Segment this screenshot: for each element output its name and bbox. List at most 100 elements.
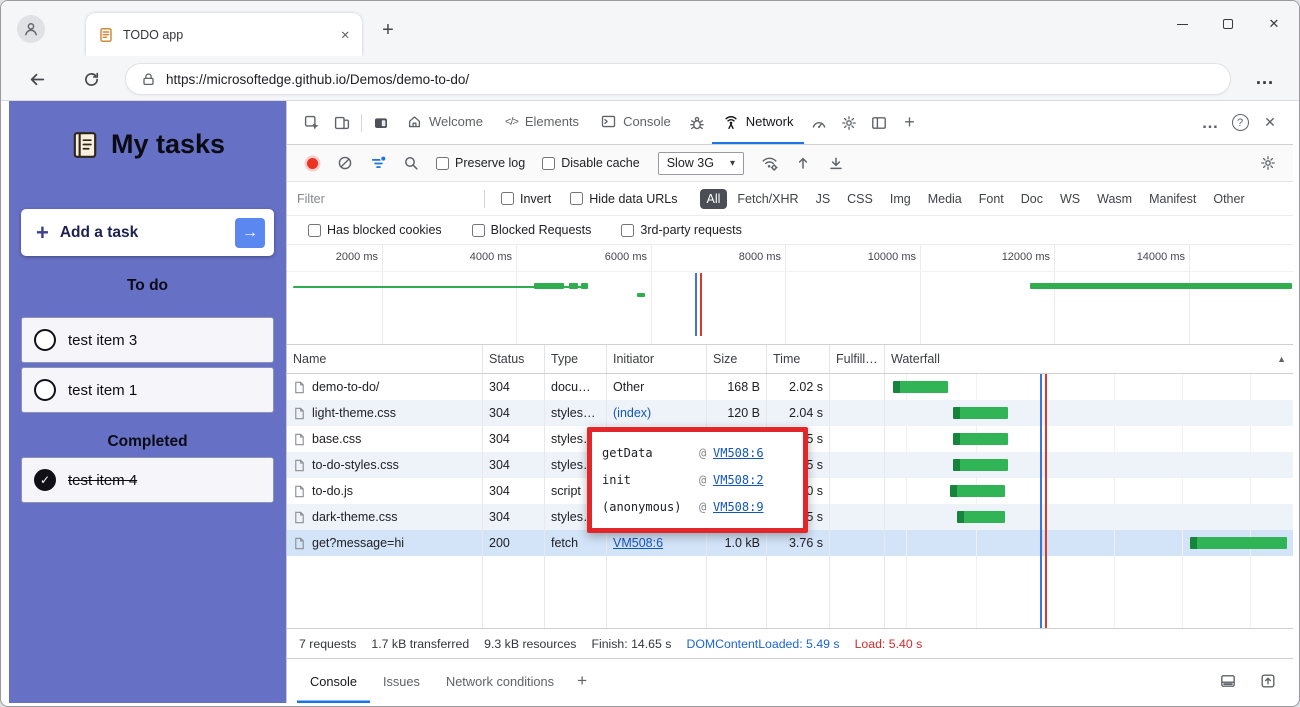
maximize-button[interactable] [1205, 1, 1251, 47]
network-request-row[interactable]: light-theme.css 304 styles… (index) 120 … [287, 400, 1293, 426]
task-checkbox[interactable] [34, 379, 56, 401]
clear-network-log-button[interactable] [330, 148, 360, 178]
filter-type-other[interactable]: Other [1206, 189, 1251, 209]
task-checkbox[interactable] [34, 329, 56, 351]
submit-task-button[interactable]: → [235, 218, 265, 248]
initiator-link[interactable]: (index) [613, 406, 651, 420]
task-item[interactable]: test item 1 [21, 367, 274, 413]
more-drawer-tabs-button[interactable]: + [567, 666, 597, 696]
blocked-requests-checkbox[interactable]: Blocked Requests [472, 223, 592, 237]
request-name: dark-theme.css [312, 510, 397, 524]
network-conditions-icon[interactable] [755, 148, 785, 178]
filter-type-js[interactable]: JS [809, 189, 838, 209]
request-time: 2.04 s [767, 400, 830, 426]
more-panels-button[interactable]: + [894, 108, 924, 138]
has-blocked-cookies-checkbox[interactable]: Has blocked cookies [308, 223, 442, 237]
task-checkbox-checked[interactable]: ✓ [34, 469, 56, 491]
request-size: 1.0 kB [707, 530, 767, 556]
source-location-link[interactable]: VM508:2 [713, 473, 764, 487]
third-party-requests-checkbox[interactable]: 3rd-party requests [621, 223, 741, 237]
import-har-icon[interactable] [788, 148, 818, 178]
dock-drawer-icon[interactable] [1213, 666, 1243, 696]
source-location-link[interactable]: VM508:9 [713, 500, 764, 514]
filter-type-img[interactable]: Img [883, 189, 918, 209]
hide-data-urls-checkbox[interactable]: Hide data URLs [570, 192, 677, 206]
filter-type-doc[interactable]: Doc [1014, 189, 1050, 209]
column-header-initiator[interactable]: Initiator [607, 345, 707, 373]
tab-label: Network [746, 114, 794, 129]
devtools-help-button[interactable]: ? [1225, 108, 1255, 138]
tab-network[interactable]: Network [712, 101, 805, 144]
network-overview-timeline[interactable]: 2000 ms 4000 ms 6000 ms 8000 ms 10000 ms… [287, 245, 1293, 345]
back-button[interactable] [21, 63, 53, 95]
profile-avatar[interactable] [17, 15, 45, 43]
timeline-gridline [516, 245, 517, 344]
new-tab-button[interactable]: + [373, 18, 403, 44]
devtools-settings-gear-icon[interactable] [834, 108, 864, 138]
devtools-tabbar: Welcome </> Elements Console Network [287, 101, 1293, 145]
column-header-waterfall[interactable]: Waterfall▲ [885, 345, 1293, 373]
export-har-icon[interactable] [821, 148, 851, 178]
network-request-row-selected[interactable]: get?message=hi 200 fetch VM508:6 1.0 kB … [287, 530, 1293, 556]
minimize-button[interactable] [1159, 1, 1205, 47]
filter-type-all[interactable]: All [700, 189, 728, 209]
url-bar[interactable]: https://microsoftedge.github.io/Demos/de… [125, 63, 1231, 95]
timeline-label: 14000 ms [1115, 251, 1185, 263]
device-toolbar-icon[interactable] [327, 108, 357, 138]
drawer-tab-issues[interactable]: Issues [370, 659, 433, 703]
column-header-name[interactable]: Name [287, 345, 483, 373]
drawer-tab-network-conditions[interactable]: Network conditions [433, 659, 567, 703]
column-header-size[interactable]: Size [707, 345, 767, 373]
request-fulfilled-by [830, 478, 885, 504]
initiator-link[interactable]: VM508:6 [613, 536, 663, 550]
tab-elements[interactable]: </> Elements [494, 101, 590, 144]
request-size: 120 B [707, 400, 767, 426]
filter-type-css[interactable]: CSS [840, 189, 880, 209]
fetch-icon [293, 537, 306, 550]
source-location-link[interactable]: VM508:6 [713, 446, 764, 460]
filter-type-ws[interactable]: WS [1053, 189, 1087, 209]
devtools-close-button[interactable]: ✕ [1255, 108, 1285, 138]
column-header-time[interactable]: Time [767, 345, 830, 373]
column-header-status[interactable]: Status [483, 345, 545, 373]
inspect-icon[interactable] [297, 108, 327, 138]
tab-console[interactable]: Console [590, 101, 682, 144]
throttling-select[interactable]: Slow 3G ▾ [658, 152, 744, 175]
layout-panel-icon[interactable] [864, 108, 894, 138]
invert-checkbox[interactable]: Invert [501, 192, 551, 206]
record-network-log-button[interactable] [297, 148, 327, 178]
column-header-fulfilled[interactable]: Fulfill… [830, 345, 885, 373]
tab-close-icon[interactable]: ✕ [340, 28, 350, 42]
disable-cache-checkbox[interactable]: Disable cache [542, 156, 640, 170]
dcl-event-line [695, 273, 697, 336]
preserve-log-checkbox[interactable]: Preserve log [436, 156, 525, 170]
search-icon[interactable] [396, 148, 426, 178]
site-lock-icon [141, 72, 156, 87]
refresh-button[interactable] [75, 63, 107, 95]
filter-type-media[interactable]: Media [921, 189, 969, 209]
debugger-bug-icon[interactable] [682, 108, 712, 138]
filter-input[interactable] [297, 192, 475, 206]
focus-mode-icon[interactable] [366, 108, 396, 138]
expand-drawer-icon[interactable] [1253, 666, 1283, 696]
task-item[interactable]: test item 3 [21, 317, 274, 363]
network-settings-gear-icon[interactable] [1253, 148, 1283, 178]
filter-type-font[interactable]: Font [972, 189, 1011, 209]
filter-type-fetch-xhr[interactable]: Fetch/XHR [730, 189, 805, 209]
network-request-row[interactable]: demo-to-do/ 304 docu… Other 168 B 2.02 s [287, 374, 1293, 400]
column-header-type[interactable]: Type [545, 345, 607, 373]
checkbox-icon [542, 157, 555, 170]
request-time: 3.76 s [767, 530, 830, 556]
task-item-completed[interactable]: ✓ test item 4 [21, 457, 274, 503]
devtools-menu-button[interactable]: … [1195, 108, 1225, 138]
performance-icon[interactable] [804, 108, 834, 138]
drawer-tab-console[interactable]: Console [297, 659, 370, 703]
browser-tab[interactable]: TODO app ✕ [86, 13, 362, 56]
tab-welcome[interactable]: Welcome [396, 101, 494, 144]
add-task-button[interactable]: + Add a task → [21, 209, 274, 256]
window-close-button[interactable]: ✕ [1251, 1, 1297, 47]
filter-toggle-icon[interactable] [363, 148, 393, 178]
filter-type-wasm[interactable]: Wasm [1090, 189, 1139, 209]
filter-type-manifest[interactable]: Manifest [1142, 189, 1203, 209]
browser-menu-button[interactable]: … [1249, 63, 1281, 95]
